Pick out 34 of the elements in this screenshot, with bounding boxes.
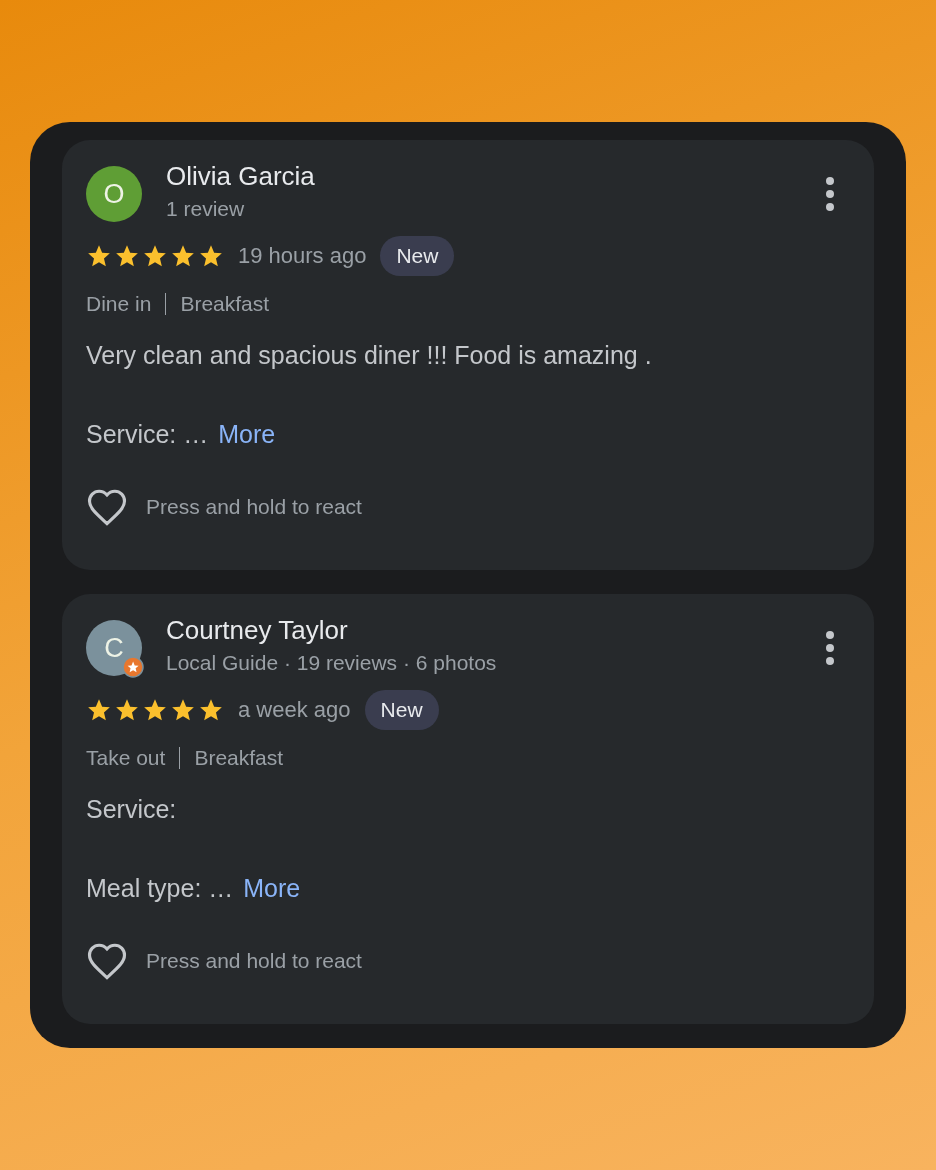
review-text: Very clean and spacious diner !!! Food is amazing .	[86, 340, 653, 370]
star-icon	[198, 697, 224, 723]
react-hint: Press and hold to react	[146, 495, 362, 519]
new-badge: New	[380, 236, 455, 276]
more-options-icon[interactable]	[824, 630, 836, 666]
react-hint: Press and hold to react	[146, 949, 362, 973]
review-time: 19 hours ago	[238, 243, 367, 269]
star-icon	[198, 243, 224, 269]
visit-tag: Breakfast	[194, 746, 284, 770]
review-text: Service: … More	[86, 419, 277, 449]
star-icon	[170, 697, 196, 723]
heart-icon[interactable]	[86, 941, 128, 981]
visit-tag: Dine in	[86, 292, 152, 316]
review-text: Service:	[86, 794, 178, 824]
star-icon	[170, 243, 196, 269]
reviewer-name[interactable]: Olivia Garcia	[166, 161, 800, 191]
star-icon	[142, 243, 168, 269]
heart-icon[interactable]	[86, 487, 128, 527]
star-icon	[114, 243, 140, 269]
review-text: Meal type: … More	[86, 873, 302, 903]
more-link[interactable]: More	[218, 420, 276, 448]
visit-tag: Take out	[86, 746, 166, 770]
reviewer-meta: 1 review	[166, 197, 246, 221]
reviewer-name[interactable]: Courtney Taylor	[166, 615, 800, 645]
star-icon	[142, 697, 168, 723]
visit-tag: Breakfast	[180, 292, 270, 316]
more-link[interactable]: More	[243, 874, 301, 902]
more-options-icon[interactable]	[824, 176, 836, 212]
star-icon	[86, 243, 112, 269]
review-time: a week ago	[238, 697, 351, 723]
reviewer-meta: Local Guide · 19 reviews · 6 photos	[166, 651, 498, 675]
new-badge: New	[364, 690, 439, 730]
star-icon	[86, 697, 112, 723]
star-icon	[114, 697, 140, 723]
